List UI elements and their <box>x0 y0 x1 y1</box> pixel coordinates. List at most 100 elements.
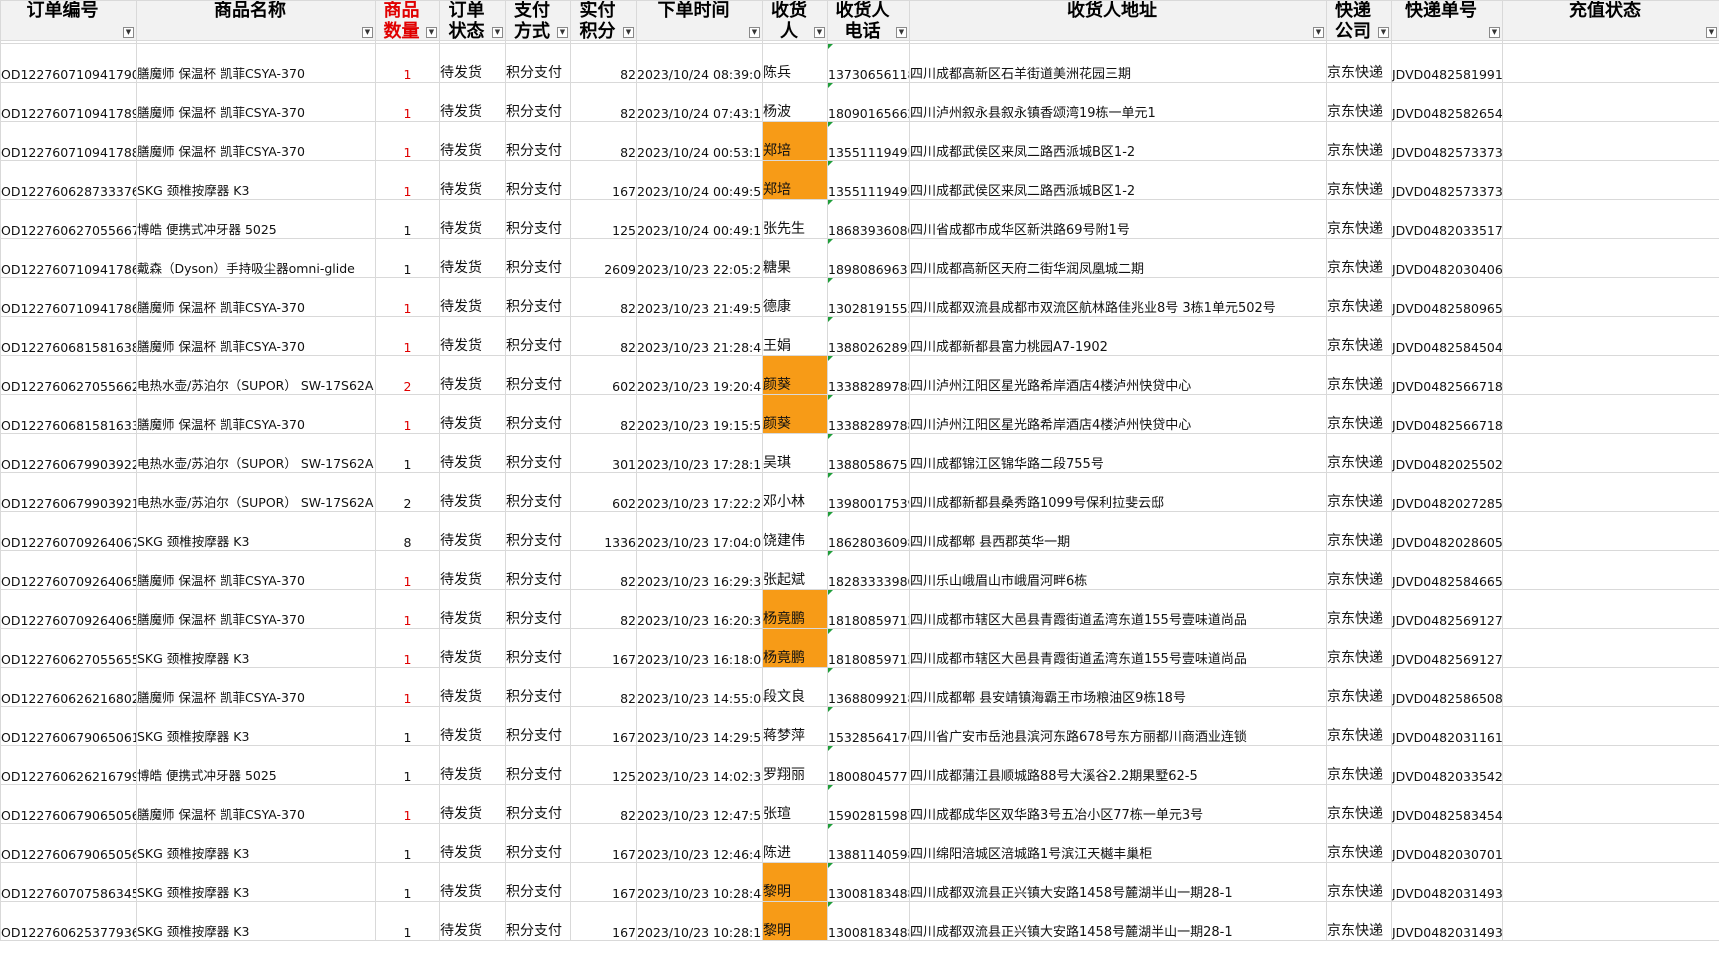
tracking-number-cell[interactable]: JDVD04825733735 <box>1391 121 1503 161</box>
table-row[interactable]: OD1227607092640652 膳魔师 保温杯 凯菲CSYA-370 1 待发货… <box>0 589 1719 629</box>
carrier-cell[interactable]: 京东快递 <box>1326 316 1392 356</box>
recharge-status-cell[interactable] <box>1502 277 1719 317</box>
payment-method-cell[interactable]: 积分支付 <box>505 589 571 629</box>
product-name-cell[interactable]: 膳魔师 保温杯 凯菲CSYA-370 <box>136 784 376 824</box>
tracking-number-cell[interactable]: JDVD04825809659 <box>1391 277 1503 317</box>
header-recipient-phone[interactable]: 收货人电话 ▼ <box>827 0 910 41</box>
points-cell[interactable]: 82 <box>570 589 637 629</box>
table-row[interactable]: OD1227606815816387 膳魔师 保温杯 凯菲CSYA-370 1 待发货… <box>0 316 1719 356</box>
table-row[interactable]: OD1227606270556557 SKG 颈椎按摩器 K3 1 待发货 积分支付 16… <box>0 628 1719 668</box>
order-time-cell[interactable]: 2023/10/23 10:28:44 <box>636 862 763 902</box>
points-cell[interactable]: 82 <box>570 316 637 356</box>
order-status-cell[interactable]: 待发货 <box>439 823 506 863</box>
points-cell[interactable]: 82 <box>570 550 637 590</box>
order-time-cell[interactable]: 2023/10/23 14:02:32 <box>636 745 763 785</box>
filter-dropdown-icon[interactable]: ▼ <box>362 27 373 38</box>
order-id-cell[interactable]: OD1227607092640677 <box>0 511 137 551</box>
order-status-cell[interactable]: 待发货 <box>439 121 506 161</box>
points-cell[interactable]: 602 <box>570 472 637 512</box>
header-tracking-number[interactable]: 快递单号 ▼ <box>1391 0 1503 41</box>
recipient-address-cell[interactable]: 四川成都郫 县西郡英华一期 <box>909 511 1327 551</box>
table-row[interactable]: OD1227606262168023 膳魔师 保温杯 凯菲CSYA-370 1 待发货… <box>0 667 1719 707</box>
product-name-cell[interactable]: 膳魔师 保温杯 凯菲CSYA-370 <box>136 277 376 317</box>
filter-dropdown-icon[interactable]: ▼ <box>123 27 134 38</box>
points-cell[interactable]: 602 <box>570 355 637 395</box>
order-id-cell[interactable]: OD1227607109417885 <box>0 121 137 161</box>
recipient-phone-cell[interactable]: 13880262895 <box>827 316 910 356</box>
recipient-phone-cell[interactable]: 18683936080 <box>827 199 910 239</box>
product-name-cell[interactable]: 电热水壶/苏泊尔（SUPOR） SW-17S62A <box>136 433 376 473</box>
order-status-cell[interactable]: 待发货 <box>439 160 506 200</box>
carrier-cell[interactable]: 京东快递 <box>1326 628 1392 668</box>
payment-method-cell[interactable]: 积分支付 <box>505 355 571 395</box>
order-time-cell[interactable]: 2023/10/23 17:04:02 <box>636 511 763 551</box>
recharge-status-cell[interactable] <box>1502 628 1719 668</box>
order-status-cell[interactable]: 待发货 <box>439 628 506 668</box>
recipient-name-cell[interactable]: 糖果 <box>762 238 828 278</box>
order-id-cell[interactable]: OD1227606815816336 <box>0 394 137 434</box>
recipient-name-cell[interactable]: 段文良 <box>762 667 828 707</box>
filter-dropdown-icon[interactable]: ▼ <box>1489 27 1500 38</box>
tracking-number-cell[interactable]: JDVD04820307017 <box>1391 823 1503 863</box>
payment-method-cell[interactable]: 积分支付 <box>505 433 571 473</box>
quantity-cell[interactable]: 1 <box>375 784 440 824</box>
header-order-time[interactable]: 下单时间 ▼ <box>636 0 763 41</box>
carrier-cell[interactable]: 京东快递 <box>1326 238 1392 278</box>
order-id-cell[interactable]: OD1227606790650563 <box>0 784 137 824</box>
table-row[interactable]: OD1227606287333760 SKG 颈椎按摩器 K3 1 待发货 积分支付 16… <box>0 160 1719 200</box>
order-time-cell[interactable]: 2023/10/23 21:28:45 <box>636 316 763 356</box>
recipient-address-cell[interactable]: 四川泸州江阳区星光路希岸酒店4楼泸州快贷中心 <box>909 394 1327 434</box>
order-time-cell[interactable]: 2023/10/23 12:47:59 <box>636 784 763 824</box>
quantity-cell[interactable]: 1 <box>375 316 440 356</box>
recipient-address-cell[interactable]: 四川乐山峨眉山市峨眉河畔6栋 <box>909 550 1327 590</box>
payment-method-cell[interactable]: 积分支付 <box>505 511 571 551</box>
recipient-address-cell[interactable]: 四川成都成华区双华路3号五冶小区77栋一单元3号 <box>909 784 1327 824</box>
recharge-status-cell[interactable] <box>1502 316 1719 356</box>
product-name-cell[interactable]: SKG 颈椎按摩器 K3 <box>136 901 376 941</box>
product-name-cell[interactable]: SKG 颈椎按摩器 K3 <box>136 706 376 746</box>
header-payment-method[interactable]: 支付方式 ▼ <box>505 0 571 41</box>
recipient-address-cell[interactable]: 四川绵阳涪城区涪城路1号滨江天樾丰巢柜 <box>909 823 1327 863</box>
order-id-cell[interactable]: OD1227607109417863 <box>0 238 137 278</box>
order-status-cell[interactable]: 待发货 <box>439 82 506 122</box>
recipient-name-cell[interactable]: 张瑄 <box>762 784 828 824</box>
recharge-status-cell[interactable] <box>1502 706 1719 746</box>
recharge-status-cell[interactable] <box>1502 589 1719 629</box>
recharge-status-cell[interactable] <box>1502 667 1719 707</box>
recipient-address-cell[interactable]: 四川省成都市成华区新洪路69号附1号 <box>909 199 1327 239</box>
quantity-cell[interactable]: 1 <box>375 745 440 785</box>
order-status-cell[interactable]: 待发货 <box>439 277 506 317</box>
header-quantity[interactable]: 商品数量 ▼ <box>375 0 440 41</box>
order-time-cell[interactable]: 2023/10/23 19:20:48 <box>636 355 763 395</box>
order-status-cell[interactable]: 待发货 <box>439 394 506 434</box>
order-time-cell[interactable]: 2023/10/24 07:43:16 <box>636 82 763 122</box>
recipient-phone-cell[interactable]: 18180859713 <box>827 628 910 668</box>
points-cell[interactable]: 82 <box>570 784 637 824</box>
filter-dropdown-icon[interactable]: ▼ <box>623 27 634 38</box>
recipient-name-cell[interactable]: 王娟 <box>762 316 828 356</box>
recharge-status-cell[interactable] <box>1502 862 1719 902</box>
recharge-status-cell[interactable] <box>1502 394 1719 434</box>
header-product-name[interactable]: 商品名称 ▼ <box>136 0 376 41</box>
recipient-address-cell[interactable]: 四川成都双流县正兴镇大安路1458号麓湖半山一期28-1 <box>909 862 1327 902</box>
payment-method-cell[interactable]: 积分支付 <box>505 43 571 83</box>
quantity-cell[interactable]: 1 <box>375 43 440 83</box>
payment-method-cell[interactable]: 积分支付 <box>505 394 571 434</box>
order-id-cell[interactable]: OD1227606270556557 <box>0 628 137 668</box>
table-row[interactable]: OD1227607109417860 膳魔师 保温杯 凯菲CSYA-370 1 待发货… <box>0 277 1719 317</box>
quantity-cell[interactable]: 1 <box>375 394 440 434</box>
payment-method-cell[interactable]: 积分支付 <box>505 862 571 902</box>
recipient-phone-cell[interactable]: 13881140598 <box>827 823 910 863</box>
recipient-name-cell[interactable]: 德康 <box>762 277 828 317</box>
quantity-cell[interactable]: 2 <box>375 472 440 512</box>
filter-dropdown-icon[interactable]: ▼ <box>1378 27 1389 38</box>
tracking-number-cell[interactable]: JDVD04825667189 <box>1391 355 1503 395</box>
order-time-cell[interactable]: 2023/10/24 00:49:17 <box>636 199 763 239</box>
recharge-status-cell[interactable] <box>1502 550 1719 590</box>
carrier-cell[interactable]: 京东快递 <box>1326 667 1392 707</box>
order-time-cell[interactable]: 2023/10/24 08:39:02 <box>636 43 763 83</box>
order-time-cell[interactable]: 2023/10/23 16:18:09 <box>636 628 763 668</box>
payment-method-cell[interactable]: 积分支付 <box>505 550 571 590</box>
order-status-cell[interactable]: 待发货 <box>439 355 506 395</box>
carrier-cell[interactable]: 京东快递 <box>1326 745 1392 785</box>
